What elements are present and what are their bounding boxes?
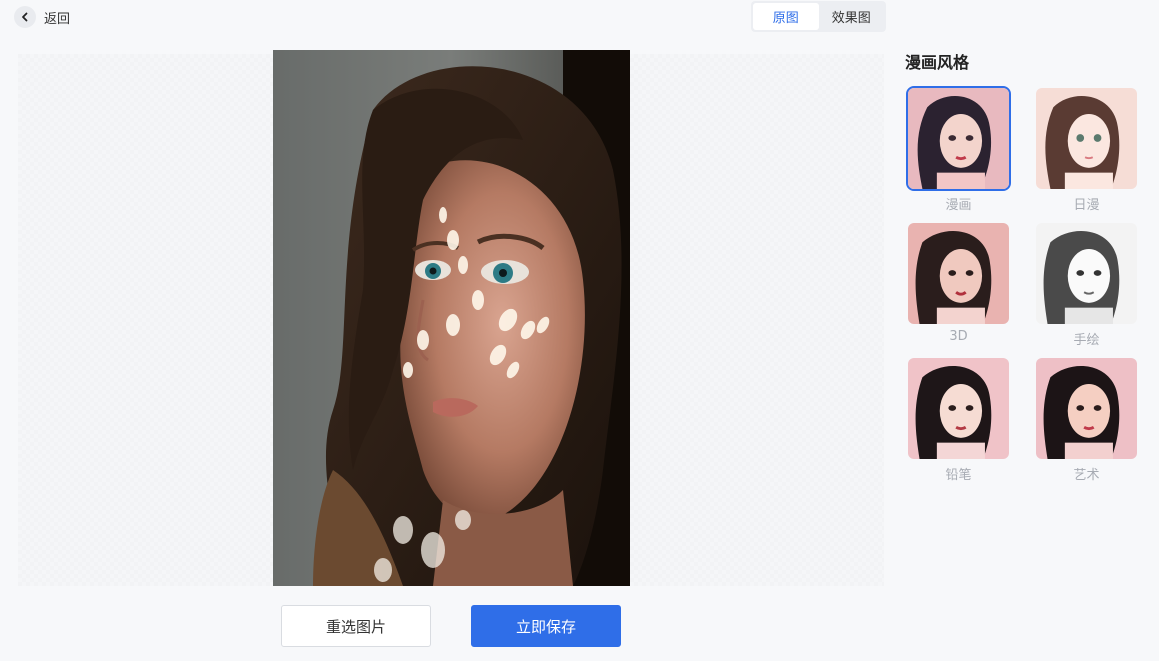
style-option-anime[interactable]: 日漫 (1034, 86, 1139, 213)
style-thumbnail (1034, 221, 1139, 326)
tab-effect[interactable]: 效果图 (819, 3, 885, 30)
back-button[interactable]: 返回 (14, 6, 70, 28)
style-label: 漫画 (945, 198, 972, 213)
style-label: 艺术 (1073, 468, 1100, 483)
style-label: 3D (949, 329, 968, 344)
panel-title: 漫画风格 (905, 53, 970, 72)
style-option-art[interactable]: 艺术 (1034, 356, 1139, 483)
back-label: 返回 (44, 11, 71, 27)
style-label: 日漫 (1073, 198, 1100, 213)
style-thumbnail (906, 221, 1011, 326)
style-option-manga[interactable]: 漫画 (906, 86, 1011, 213)
original-photo (273, 50, 630, 586)
style-thumbnail (906, 86, 1011, 191)
style-option-3d[interactable]: 3D (906, 221, 1011, 346)
style-thumbnail (1034, 356, 1139, 461)
reselect-image-button[interactable]: 重选图片 (281, 605, 431, 647)
tab-original[interactable]: 原图 (753, 3, 819, 30)
style-thumbnail (906, 356, 1011, 461)
style-option-handdrawn[interactable]: 手绘 (1034, 221, 1139, 348)
style-label: 手绘 (1073, 333, 1100, 348)
chevron-left-icon (14, 6, 36, 28)
style-thumbnail (1034, 86, 1139, 191)
style-option-pencil[interactable]: 铅笔 (906, 356, 1011, 483)
style-label: 铅笔 (945, 468, 972, 483)
save-now-button[interactable]: 立即保存 (471, 605, 621, 647)
view-toggle: 原图 效果图 (751, 1, 886, 32)
